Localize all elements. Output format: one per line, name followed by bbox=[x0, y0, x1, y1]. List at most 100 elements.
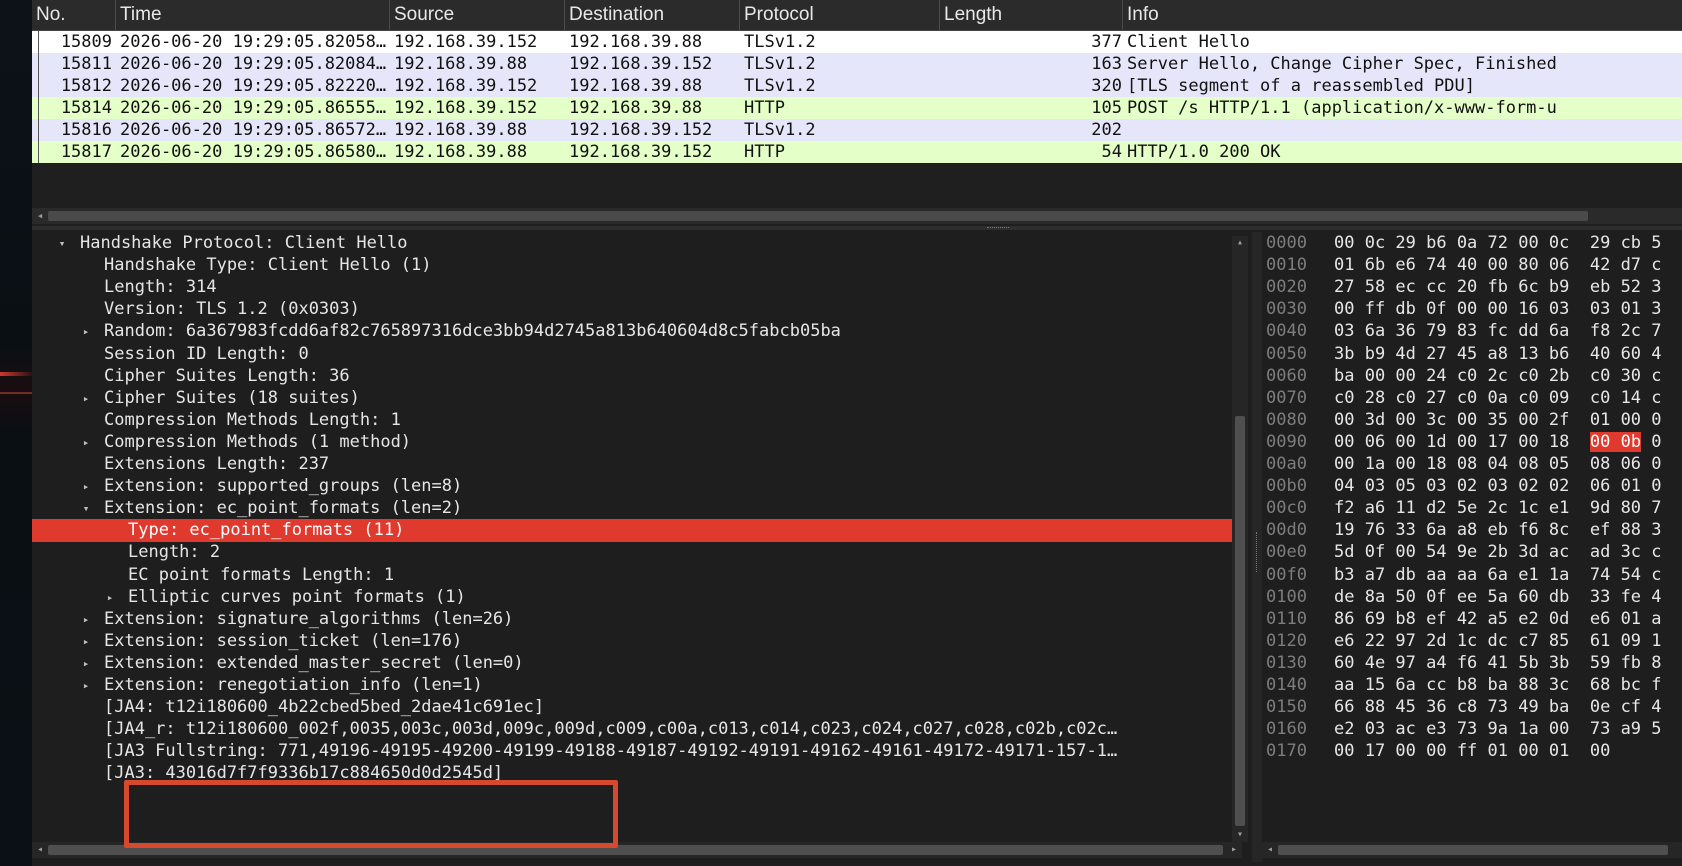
packet-row[interactable]: 15811 2026-06-20 19:29:05.82084… 192.168.3… bbox=[32, 53, 1682, 75]
hex-offset: 0100 bbox=[1266, 586, 1307, 607]
tree-item-label: Extension: signature_algorithms (len=26) bbox=[104, 608, 514, 629]
hex-bytes: 5d 0f 00 54 9e 2b 3d ac ad 3c c bbox=[1334, 542, 1662, 563]
scroll-left-icon[interactable]: ◂ bbox=[1264, 842, 1276, 858]
tree-item[interactable]: Length: 314 bbox=[32, 276, 1232, 299]
packet-row[interactable]: 15809 2026-06-20 19:29:05.82058… 192.168.3… bbox=[32, 31, 1682, 53]
tree-item[interactable]: ▾ Extension: ec_point_formats (len=2) bbox=[32, 497, 1232, 520]
pane-splitter-horizontal[interactable] bbox=[32, 226, 1682, 230]
hex-offset: 0000 bbox=[1266, 233, 1307, 253]
tree-item[interactable]: ▸ Extension: supported_groups (len=8) bbox=[32, 475, 1232, 498]
pane-splitter-vertical[interactable] bbox=[1252, 232, 1262, 862]
cell-dst: 192.168.39.88 bbox=[569, 76, 703, 96]
details-hscrollbar[interactable]: ◂ ▸ bbox=[32, 842, 1242, 858]
cell-dst: 192.168.39.152 bbox=[569, 54, 713, 74]
tree-item[interactable]: ▾ Handshake Protocol: Client Hello bbox=[32, 232, 1232, 255]
packet-row[interactable]: 15814 2026-06-20 19:29:05.86555… 192.168.3… bbox=[32, 97, 1682, 119]
triangle-right-icon[interactable]: ▸ bbox=[104, 586, 116, 609]
tree-item[interactable]: Session ID Length: 0 bbox=[32, 343, 1232, 366]
hex-bytes: 03 6a 36 79 83 fc dd 6a f8 2c 7 bbox=[1334, 321, 1662, 342]
packet-bytes-pane[interactable]: 0000 00 0c 29 b6 0a 72 00 0c 29 cb 5 0010 0… bbox=[1262, 232, 1682, 842]
tree-item-label: Type: ec_point_formats (11) bbox=[128, 520, 405, 541]
triangle-down-icon[interactable]: ▾ bbox=[56, 232, 68, 255]
scroll-left-icon[interactable]: ◂ bbox=[34, 842, 46, 858]
column-header-info[interactable]: Info bbox=[1123, 0, 1682, 30]
hex-bytes: 00 06 00 1d 00 17 00 18 00 0b 0 bbox=[1334, 431, 1662, 454]
tree-item-label: [JA3 Fullstring: 771,49196-49195-49200-4… bbox=[104, 741, 1118, 762]
tree-item[interactable]: [JA3: 43016d7f7f9336b17c884650d0d2545d] bbox=[32, 762, 1232, 785]
triangle-right-icon[interactable]: ▸ bbox=[80, 475, 92, 498]
hex-offset: 0110 bbox=[1266, 608, 1307, 629]
tree-item[interactable]: Length: 2 bbox=[32, 541, 1232, 564]
scrollbar-thumb[interactable] bbox=[1235, 416, 1245, 826]
tree-item[interactable]: Version: TLS 1.2 (0x0303) bbox=[32, 298, 1232, 321]
details-vscrollbar[interactable]: ▴ ▾ bbox=[1232, 236, 1248, 842]
packet-details-pane[interactable]: ▾ Handshake Protocol: Client Hello Handsha… bbox=[32, 232, 1252, 848]
scroll-right-icon[interactable]: ▸ bbox=[1228, 842, 1240, 858]
hex-offset: 0170 bbox=[1266, 741, 1307, 762]
tree-item[interactable]: [JA4_r: t12i180600_002f,0035,003c,003d,0… bbox=[32, 718, 1232, 741]
hex-offset: 0030 bbox=[1266, 299, 1307, 320]
tree-item-selected[interactable]: Type: ec_point_formats (11) bbox=[32, 519, 1232, 543]
cell-len: 377 bbox=[1091, 32, 1122, 52]
scrollbar-thumb[interactable] bbox=[1278, 845, 1668, 855]
tree-item[interactable]: ▸ Random: 6a367983fcdd6af82c765897316dce3… bbox=[32, 320, 1232, 343]
hex-bytes: b3 a7 db aa aa 6a e1 1a 74 54 c bbox=[1334, 564, 1662, 585]
triangle-right-icon[interactable]: ▸ bbox=[80, 320, 92, 343]
hex-bytes: 86 69 b8 ef 42 a5 e2 0d e6 01 a bbox=[1334, 608, 1662, 629]
triangle-down-icon[interactable]: ▾ bbox=[80, 497, 92, 520]
triangle-right-icon[interactable]: ▸ bbox=[80, 608, 92, 631]
packet-list-pane[interactable]: No. Time Source Destination Protocol Len… bbox=[32, 0, 1682, 230]
tree-item[interactable]: ▸ Extension: session_ticket (len=176) bbox=[32, 630, 1232, 653]
cell-no: 15816 bbox=[60, 120, 112, 140]
tree-item[interactable]: ▸ Extension: renegotiation_info (len=1) bbox=[32, 674, 1232, 697]
tree-item-label: Version: TLS 1.2 (0x0303) bbox=[104, 299, 360, 320]
tree-item[interactable]: Handshake Type: Client Hello (1) bbox=[32, 254, 1232, 277]
hex-offset: 00f0 bbox=[1266, 564, 1307, 585]
tree-item[interactable]: EC point formats Length: 1 bbox=[32, 564, 1232, 587]
tree-item[interactable]: ▸ Compression Methods (1 method) bbox=[32, 431, 1232, 454]
packet-row[interactable]: 15816 2026-06-20 19:29:05.86572… 192.168.3… bbox=[32, 119, 1682, 141]
column-header-destination[interactable]: Destination bbox=[565, 0, 740, 30]
triangle-right-icon[interactable]: ▸ bbox=[80, 630, 92, 653]
cell-len: 54 bbox=[1101, 142, 1122, 162]
cell-len: 202 bbox=[1091, 120, 1122, 140]
hex-bytes: 27 58 ec cc 20 fb 6c b9 eb 52 3 bbox=[1334, 277, 1662, 298]
hex-offset: 0070 bbox=[1266, 387, 1307, 408]
column-header-no[interactable]: No. bbox=[32, 0, 116, 30]
tree-item[interactable]: [JA4: t12i180600_4b22cbed5bed_2dae41c691… bbox=[32, 696, 1232, 719]
cell-info: Client Hello bbox=[1127, 32, 1250, 52]
tree-item[interactable]: ▸ Cipher Suites (18 suites) bbox=[32, 387, 1232, 410]
hex-bytes-post: 0 bbox=[1641, 431, 1662, 452]
column-header-protocol[interactable]: Protocol bbox=[740, 0, 940, 30]
cell-src: 192.168.39.88 bbox=[394, 54, 528, 74]
tree-item[interactable]: ▸ Extension: signature_algorithms (len=26… bbox=[32, 608, 1232, 631]
hex-offset: 0080 bbox=[1266, 409, 1307, 430]
hex-bytes: 00 3d 00 3c 00 35 00 2f 01 00 0 bbox=[1334, 409, 1662, 430]
triangle-right-icon[interactable]: ▸ bbox=[80, 652, 92, 675]
tree-item[interactable]: Extensions Length: 237 bbox=[32, 453, 1232, 476]
tree-item[interactable]: [JA3 Fullstring: 771,49196-49195-49200-4… bbox=[32, 740, 1232, 763]
tree-item[interactable]: Compression Methods Length: 1 bbox=[32, 409, 1232, 432]
tree-item[interactable]: Cipher Suites Length: 36 bbox=[32, 365, 1232, 388]
triangle-right-icon[interactable]: ▸ bbox=[80, 387, 92, 410]
scrollbar-thumb[interactable] bbox=[48, 211, 1588, 221]
triangle-right-icon[interactable]: ▸ bbox=[80, 674, 92, 697]
packet-row[interactable]: 15812 2026-06-20 19:29:05.82220… 192.168.3… bbox=[32, 75, 1682, 97]
triangle-right-icon[interactable]: ▸ bbox=[80, 431, 92, 454]
hex-offset: 0150 bbox=[1266, 697, 1307, 718]
tree-item[interactable]: ▸ Extension: extended_master_secret (len=… bbox=[32, 652, 1232, 675]
scroll-down-icon[interactable]: ▾ bbox=[1232, 828, 1248, 842]
scroll-left-icon[interactable]: ◂ bbox=[34, 208, 46, 224]
column-header-source[interactable]: Source bbox=[390, 0, 565, 30]
scrollbar-thumb[interactable] bbox=[48, 845, 1223, 855]
hex-bytes: ba 00 00 24 c0 2c c0 2b c0 30 c bbox=[1334, 365, 1662, 386]
bytes-hscrollbar[interactable]: ◂ bbox=[1262, 842, 1682, 858]
backdrop-streak bbox=[0, 372, 32, 376]
column-header-time[interactable]: Time bbox=[116, 0, 390, 30]
hex-offset: 0090 bbox=[1266, 431, 1307, 452]
tree-item[interactable]: ▸ Elliptic curves point formats (1) bbox=[32, 586, 1232, 609]
column-header-length[interactable]: Length bbox=[940, 0, 1123, 30]
scroll-up-icon[interactable]: ▴ bbox=[1232, 236, 1248, 250]
packet-row[interactable]: 15817 2026-06-20 19:29:05.86580… 192.168.3… bbox=[32, 141, 1682, 163]
packet-list-hscrollbar[interactable]: ◂ bbox=[32, 208, 1682, 224]
